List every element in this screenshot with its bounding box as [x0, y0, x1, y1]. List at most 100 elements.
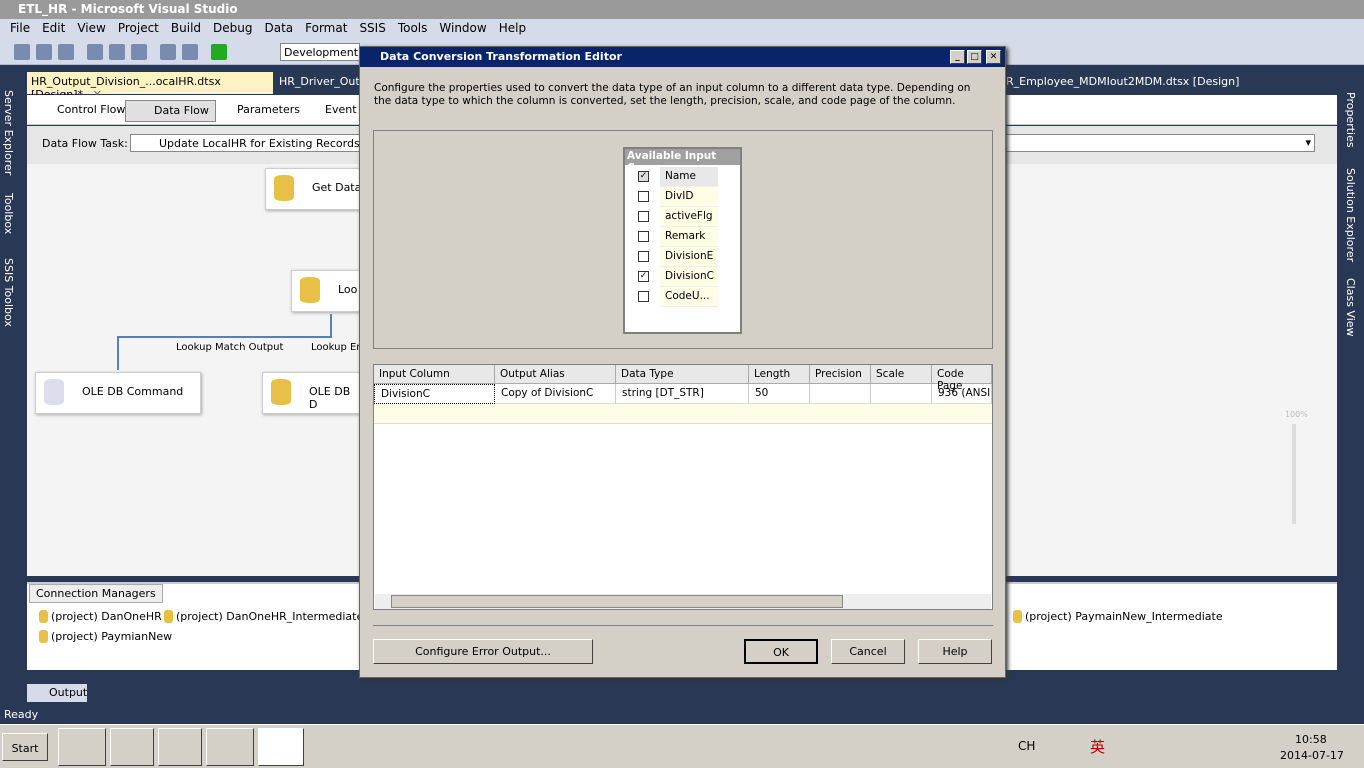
taskbar-app-explorer[interactable]: [158, 728, 202, 766]
column-checkbox[interactable]: [638, 231, 649, 242]
menu-tools[interactable]: Tools: [392, 21, 434, 37]
zoom-slider[interactable]: [1292, 424, 1296, 524]
column-checkbox[interactable]: [638, 291, 649, 302]
menu-data[interactable]: Data: [258, 21, 299, 37]
header-data-type[interactable]: Data Type: [616, 365, 749, 384]
menu-debug[interactable]: Debug: [207, 21, 258, 37]
column-row[interactable]: DivID: [628, 187, 718, 207]
path-arrow[interactable]: [117, 314, 332, 338]
doc-tab-active[interactable]: HR_Output_Division_...ocalHR.dtsx [Desig…: [27, 72, 273, 101]
menu-project[interactable]: Project: [112, 21, 165, 37]
taskbar-app-tools[interactable]: [206, 728, 254, 766]
taskbar-app-server-manager[interactable]: [58, 728, 106, 766]
menu-view[interactable]: View: [71, 21, 111, 37]
clock-time[interactable]: 10:58: [1295, 733, 1327, 746]
column-row[interactable]: ✓ DivisionC: [628, 267, 718, 287]
available-header: ✓ Name: [628, 167, 718, 187]
clock-date[interactable]: 2014-07-17: [1280, 749, 1344, 762]
column-checkbox[interactable]: [638, 251, 649, 262]
scrollbar-thumb[interactable]: [391, 595, 843, 608]
menu-help[interactable]: Help: [493, 21, 532, 37]
menu-edit[interactable]: Edit: [36, 21, 71, 37]
server-explorer-tab[interactable]: Server Explorer: [2, 90, 15, 175]
tab-control-flow[interactable]: Control Flow: [29, 100, 131, 122]
ssis-toolbox-tab[interactable]: SSIS Toolbox: [2, 258, 15, 327]
header-precision[interactable]: Precision: [810, 365, 871, 384]
save-all-icon[interactable]: [58, 44, 74, 60]
minimize-button[interactable]: _: [950, 50, 965, 64]
cancel-button[interactable]: Cancel: [831, 639, 905, 664]
solution-explorer-tab[interactable]: Solution Explorer: [1344, 168, 1357, 262]
properties-tab[interactable]: Properties: [1344, 92, 1357, 148]
menu-build[interactable]: Build: [165, 21, 207, 37]
redo-icon[interactable]: [182, 44, 198, 60]
header-length[interactable]: Length: [749, 365, 810, 384]
solution-configuration-dropdown[interactable]: Development: [280, 43, 360, 61]
component-lookup[interactable]: Loo: [291, 270, 361, 312]
cell-code-page[interactable]: 936 (ANSI: [932, 384, 992, 404]
cell-precision[interactable]: [810, 384, 871, 404]
language-indicator[interactable]: CH: [1018, 739, 1035, 753]
menu-ssis[interactable]: SSIS: [353, 21, 391, 37]
column-row[interactable]: activeFlg: [628, 207, 718, 227]
connection-manager-item[interactable]: (project) DanOneHR_Intermediate: [162, 610, 363, 623]
tab-event-handlers[interactable]: Event: [297, 100, 363, 122]
title-bar: ETL_HR - Microsoft Visual Studio: [0, 0, 1364, 19]
component-get-data[interactable]: Get Data: [265, 168, 365, 210]
tab-data-flow[interactable]: Data Flow: [125, 100, 216, 122]
doc-tab[interactable]: R_Employee_MDMIout2MDM.dtsx [Design]: [1002, 72, 1243, 94]
ime-indicator[interactable]: 英: [1090, 736, 1105, 757]
component-ole-db-destination[interactable]: OLE DB D: [262, 372, 362, 414]
doc-tab[interactable]: HR_Driver_Outp: [275, 72, 371, 94]
configure-error-output-button[interactable]: Configure Error Output...: [373, 639, 593, 664]
select-all-checkbox[interactable]: ✓: [638, 171, 649, 182]
left-sidebar: Server Explorer Toolbox SSIS Toolbox: [0, 68, 22, 358]
start-icon[interactable]: [211, 44, 227, 60]
cell-scale[interactable]: [871, 384, 932, 404]
header-scale[interactable]: Scale: [871, 365, 932, 384]
chevron-down-icon: ▾: [1305, 136, 1311, 149]
column-row[interactable]: DivisionE: [628, 247, 718, 267]
header-input-column[interactable]: Input Column: [374, 365, 495, 384]
class-view-tab[interactable]: Class View: [1344, 278, 1357, 337]
header-code-page[interactable]: Code Page: [932, 365, 992, 392]
ok-button[interactable]: OK: [744, 639, 818, 664]
tab-parameters[interactable]: Parameters: [209, 100, 306, 122]
column-checkbox[interactable]: [638, 191, 649, 202]
cut-icon[interactable]: [87, 44, 103, 60]
connection-manager-item[interactable]: (project) PaymianNew: [37, 630, 172, 643]
cell-output-alias[interactable]: Copy of DivisionC: [495, 384, 616, 404]
cell-data-type[interactable]: string [DT_STR]: [616, 384, 749, 404]
new-project-icon[interactable]: [14, 44, 30, 60]
connection-manager-item[interactable]: (project) PaymainNew_Intermediate: [1011, 610, 1223, 623]
menu-file[interactable]: File: [4, 21, 36, 37]
cell-input-column[interactable]: DivisionC: [374, 384, 495, 404]
component-ole-db-command[interactable]: OLE DB Command: [35, 372, 201, 414]
horizontal-scrollbar[interactable]: [375, 594, 991, 609]
menu-format[interactable]: Format: [299, 21, 353, 37]
undo-icon[interactable]: [160, 44, 176, 60]
output-tab[interactable]: Output: [27, 684, 87, 702]
menu-window[interactable]: Window: [433, 21, 492, 37]
cell-length[interactable]: 50: [749, 384, 810, 404]
start-button[interactable]: Start: [2, 733, 48, 761]
lookup-icon: [300, 277, 320, 303]
new-row[interactable]: [374, 404, 992, 424]
column-row[interactable]: Remark: [628, 227, 718, 247]
connection-manager-item[interactable]: (project) DanOneHR: [37, 610, 162, 623]
column-row[interactable]: CodeU...: [628, 287, 718, 307]
column-checkbox[interactable]: ✓: [638, 271, 649, 282]
column-checkbox[interactable]: [638, 211, 649, 222]
toolbox-tab[interactable]: Toolbox: [2, 193, 15, 234]
taskbar-app-visual-studio[interactable]: [258, 728, 304, 766]
save-icon[interactable]: [36, 44, 52, 60]
connection-managers-tab[interactable]: Connection Managers: [29, 584, 163, 603]
close-button[interactable]: ✕: [986, 50, 1001, 64]
help-button[interactable]: Help: [918, 639, 992, 664]
path-arrow[interactable]: [117, 336, 119, 370]
maximize-button[interactable]: □: [967, 50, 982, 64]
paste-icon[interactable]: [131, 44, 147, 60]
header-output-alias[interactable]: Output Alias: [495, 365, 616, 384]
taskbar-app-powershell[interactable]: [110, 728, 154, 766]
copy-icon[interactable]: [109, 44, 125, 60]
